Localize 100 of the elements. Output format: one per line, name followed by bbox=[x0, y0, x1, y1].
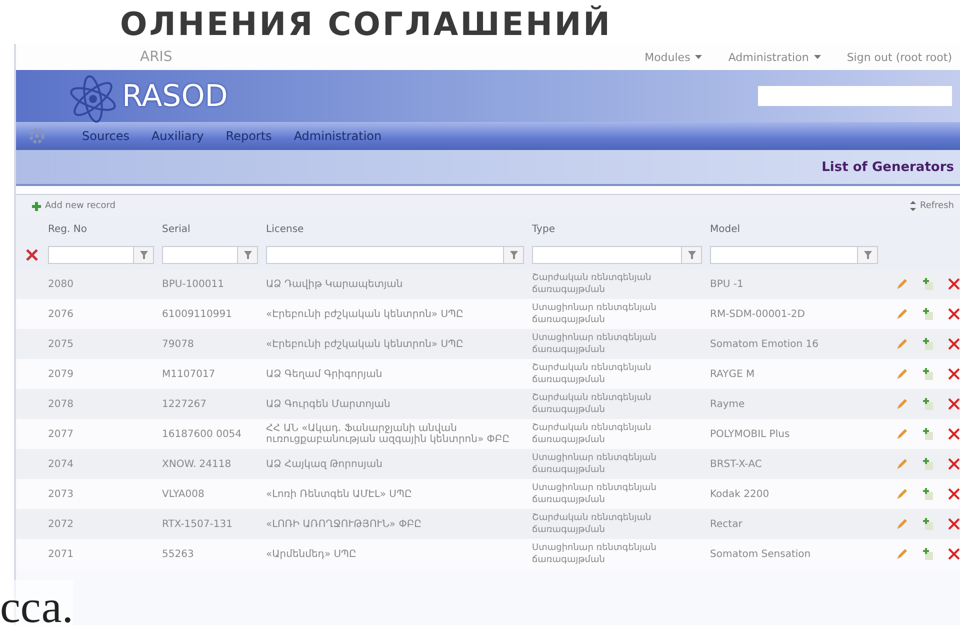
table-cell-text: BPU -1 bbox=[710, 278, 744, 292]
filter-button[interactable] bbox=[858, 246, 878, 264]
table-cell-text: «Էրեբունի բժշկական կենտրոն» ՍՊԸ bbox=[266, 338, 464, 352]
delete-icon bbox=[948, 458, 960, 470]
table-cell-text: «ԼՈՌԻ ԱՌՈՂՋՈՒԹՅՈՒՆ» ՓԲԸ bbox=[266, 518, 422, 532]
filter-field[interactable] bbox=[710, 246, 858, 264]
filter-button[interactable] bbox=[682, 246, 702, 264]
table-cell-text: Rectar bbox=[710, 518, 744, 532]
delete-icon bbox=[948, 368, 960, 380]
table-row[interactable]: 2078 1227267 ԱՁ Գուրգեն Մարտոյան Շարժական ռենտգենյան ճառագայթման Rayme bbox=[16, 389, 960, 419]
table-cell-text: «Էրեբունի բժշկական կենտրոն» ՍՊԸ bbox=[266, 308, 464, 322]
top-menu-item[interactable]: Modules bbox=[644, 50, 702, 64]
table-cell-text: Շարժական ռենտգենյան ճառագայթման bbox=[532, 362, 652, 387]
table-cell-text: Ստացիոնար ռենտգենյան ճառագայթման bbox=[532, 452, 658, 477]
add-document-icon bbox=[922, 428, 934, 440]
table-cell-text: M1107017 bbox=[162, 368, 216, 382]
clear-filter-icon bbox=[26, 249, 38, 261]
add-record-button[interactable]: Add new record bbox=[32, 201, 116, 211]
add-document-icon bbox=[922, 278, 934, 290]
table-cell-text: 2077 bbox=[48, 428, 74, 442]
column-header[interactable]: Reg. No bbox=[48, 224, 162, 234]
table-cell-text: ՀՀ ԱՆ «Ակադ. Ֆանարջյանի անվան ուռուցքաբանության ազգային կենտրոն» ՓԲԸ bbox=[266, 422, 511, 447]
funnel-icon bbox=[864, 251, 872, 259]
filter-button[interactable] bbox=[504, 246, 524, 264]
table-cell-text: Kodak 2200 bbox=[710, 488, 770, 502]
add-document-icon bbox=[922, 488, 934, 500]
search-field[interactable] bbox=[758, 86, 952, 106]
pencil-icon bbox=[896, 338, 908, 350]
table-row[interactable]: 2080 BPU-100011 ԱՁ Դավիթ Կարապետյան Շարժական ռենտգենյան ճառագայթման BPU -1 bbox=[16, 269, 960, 299]
nav-item[interactable]: Administration bbox=[294, 129, 382, 143]
table-cell-text: 55263 bbox=[162, 548, 195, 562]
table-cell-text: 2074 bbox=[48, 458, 74, 472]
funnel-icon bbox=[688, 251, 696, 259]
table-cell-text: Շարժական ռենտգենյան ճառագայթման bbox=[532, 392, 652, 417]
pencil-icon bbox=[896, 458, 908, 470]
filter-button[interactable] bbox=[134, 246, 154, 264]
filter-field[interactable] bbox=[532, 246, 682, 264]
table-cell-text: Շարժական ռենտգենյան ճառագայթման bbox=[532, 422, 652, 447]
table-cell-text: ԱՁ Գուրգեն Մարտոյան bbox=[266, 398, 392, 412]
delete-icon bbox=[948, 518, 960, 530]
delete-icon bbox=[948, 398, 960, 410]
delete-icon bbox=[948, 338, 960, 350]
table-cell-text: 2075 bbox=[48, 338, 74, 352]
column-header[interactable]: License bbox=[266, 224, 532, 234]
delete-icon bbox=[948, 428, 960, 440]
filter-field[interactable] bbox=[162, 246, 238, 264]
table-row[interactable]: 2074 XNOW. 24118 ԱՁ Հայկազ Թորոսյան Ստացիոնար ռենտգենյան ճառագայթման BRST-X-AC bbox=[16, 449, 960, 479]
table-cell-text: POLYMOBIL Plus bbox=[710, 428, 791, 442]
table-row[interactable]: 2072 RTX-1507-131 «ԼՈՌԻ ԱՌՈՂՋՈՒԹՅՈՒՆ» ՓԲԸ Շարժական ռենտգենյան ճառագայթման Rectar bbox=[16, 509, 960, 539]
top-menu-item[interactable]: Sign out (root root) bbox=[846, 50, 952, 64]
table-cell-text: 2071 bbox=[48, 548, 74, 562]
table-cell-text: 1227267 bbox=[162, 398, 208, 412]
pencil-icon bbox=[896, 278, 908, 290]
refresh-button[interactable]: Refresh bbox=[910, 201, 954, 211]
filter-button[interactable] bbox=[238, 246, 258, 264]
table-cell-text: 2076 bbox=[48, 308, 74, 322]
table-cell-text: BPU-100011 bbox=[162, 278, 225, 292]
table-cell-text: ԱՁ Գեղամ Գրիգորյան bbox=[266, 368, 384, 382]
table-cell-text: 79078 bbox=[162, 338, 195, 352]
add-document-icon bbox=[922, 308, 934, 320]
column-header[interactable]: Model bbox=[710, 224, 886, 234]
table-cell-text: ԱՁ Հայկազ Թորոսյան bbox=[266, 458, 384, 472]
table-cell-text: Ստացիոնար ռենտգենյան ճառագայթման bbox=[532, 332, 658, 357]
table-cell-text: 2079 bbox=[48, 368, 74, 382]
table-cell-text: 16187600 0054 bbox=[162, 428, 243, 442]
filter-field[interactable] bbox=[48, 246, 134, 264]
table-row[interactable]: 2075 79078 «Էրեբունի բժշկական կենտրոն» ՍՊԸ Ստացիոնար ռենտգենյան ճառագայթման Somatom Emotion 16 bbox=[16, 329, 960, 359]
funnel-icon bbox=[140, 251, 148, 259]
top-menu-item[interactable]: Administration bbox=[728, 50, 821, 64]
plus-icon bbox=[32, 202, 41, 210]
pencil-icon bbox=[896, 488, 908, 500]
pencil-icon bbox=[896, 548, 908, 560]
add-document-icon bbox=[922, 548, 934, 560]
nav-item[interactable]: Reports bbox=[226, 129, 272, 143]
table-cell-text: 2080 bbox=[48, 278, 74, 292]
caret-icon bbox=[695, 55, 702, 59]
pencil-icon bbox=[896, 398, 908, 410]
column-header[interactable]: Type bbox=[532, 224, 710, 234]
table-cell-text: Rayme bbox=[710, 398, 746, 412]
refresh-icon bbox=[910, 201, 916, 211]
table-cell-text: «Արմենմեդ» ՍՊԸ bbox=[266, 548, 358, 562]
table-cell-text: 2078 bbox=[48, 398, 74, 412]
add-document-icon bbox=[922, 458, 934, 470]
table-cell-text: RTX-1507-131 bbox=[162, 518, 234, 532]
table-cell-text: VLYA008 bbox=[162, 488, 206, 502]
table-cell-text: Ստացիոնար ռենտգենյան ճառագայթման bbox=[532, 302, 658, 327]
table-cell-text: Շարժական ռենտգենյան ճառագայթման bbox=[532, 272, 652, 297]
delete-icon bbox=[948, 278, 960, 290]
nav-item[interactable]: Sources bbox=[82, 129, 130, 143]
add-document-icon bbox=[922, 338, 934, 350]
nav-item[interactable]: Auxiliary bbox=[151, 129, 204, 143]
table-cell-text: Շարժական ռենտգենյան ճառագայթման bbox=[532, 512, 652, 537]
slide-heading: ОЛНЕНИЯ СОГЛАШЕНИЙ bbox=[119, 4, 612, 44]
atom-logo-drawing bbox=[68, 74, 118, 124]
column-header[interactable]: Serial bbox=[162, 224, 266, 234]
delete-icon bbox=[948, 488, 960, 500]
pencil-icon bbox=[896, 428, 908, 440]
pencil-icon bbox=[896, 518, 908, 530]
filter-field[interactable] bbox=[266, 246, 504, 264]
table-cell-text: RAYGE M bbox=[710, 368, 756, 382]
